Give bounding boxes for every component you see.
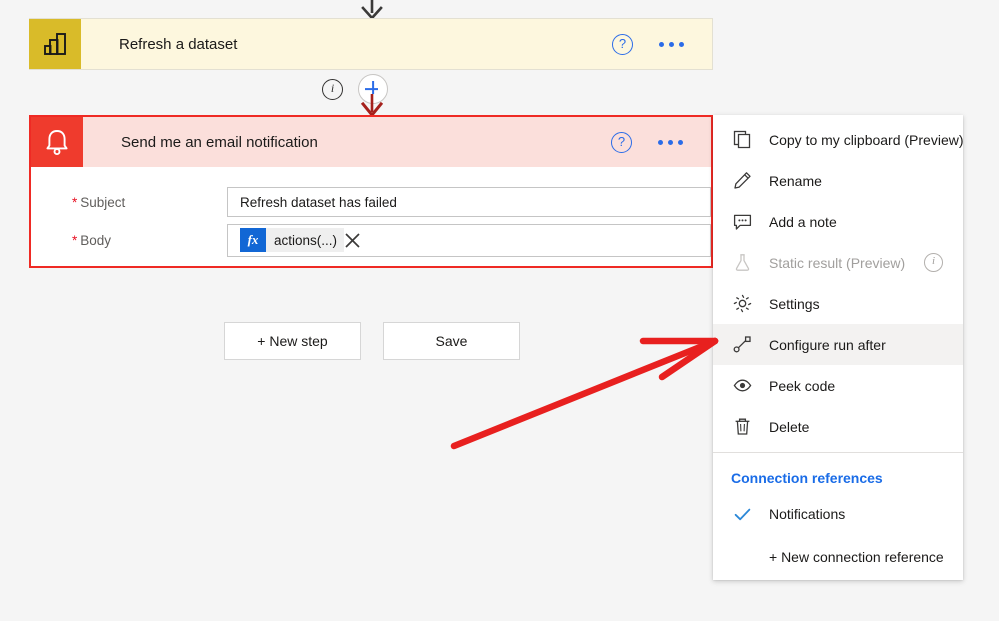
menu-item-rename[interactable]: Rename — [713, 160, 963, 201]
save-button[interactable]: Save — [383, 322, 520, 360]
gear-icon — [731, 293, 753, 315]
menu-item-label: Add a note — [769, 213, 837, 230]
menu-item-peek-code[interactable]: Peek code — [713, 365, 963, 406]
bell-icon — [31, 117, 83, 167]
note-icon — [731, 211, 753, 233]
trash-icon — [731, 416, 753, 438]
menu-item-label: Delete — [769, 418, 810, 435]
info-icon[interactable]: i — [924, 253, 943, 272]
new-connection-reference-button[interactable]: + New connection reference — [713, 534, 963, 580]
powerbi-chart-icon — [29, 18, 81, 69]
eye-icon — [731, 375, 753, 397]
menu-item-label: Static result (Preview) — [769, 254, 906, 271]
field-label-body: * Body — [72, 232, 112, 248]
expression-token[interactable]: fx actions(...) — [240, 228, 345, 252]
menu-item-static-result: Static result (Preview) i — [713, 242, 963, 283]
required-marker: * — [72, 194, 78, 210]
card-actions-email: ? — [611, 131, 683, 153]
step-title-send-email: Send me an email notification — [121, 133, 318, 151]
menu-item-delete[interactable]: Delete — [713, 406, 963, 447]
field-label-subject: * Subject — [72, 194, 126, 210]
check-icon — [731, 503, 753, 525]
field-row-body: * Body fx actions(...) — [31, 221, 711, 259]
flask-icon — [731, 252, 753, 274]
run-after-icon — [731, 334, 753, 356]
fx-icon: fx — [240, 228, 266, 252]
required-marker: * — [72, 232, 78, 248]
ellipsis-icon[interactable] — [659, 41, 684, 47]
close-icon[interactable] — [344, 232, 361, 249]
menu-item-label: Rename — [769, 172, 822, 189]
help-icon[interactable]: ? — [611, 131, 632, 153]
menu-item-settings[interactable]: Settings — [713, 283, 963, 324]
menu-item-configure-run-after[interactable]: Configure run after — [713, 324, 963, 365]
step-card-header: Send me an email notification ? — [31, 117, 711, 167]
ellipsis-icon[interactable] — [658, 139, 683, 145]
pencil-icon — [731, 170, 753, 192]
step-card-send-email[interactable]: Send me an email notification ? * Subject… — [29, 115, 713, 268]
expression-token-text: actions(...) — [274, 232, 338, 248]
step-title-refresh-dataset: Refresh a dataset — [119, 35, 238, 53]
connection-references-header[interactable]: Connection references — [713, 453, 963, 494]
connection-reference-notifications[interactable]: Notifications — [713, 494, 963, 534]
menu-item-label: Configure run after — [769, 336, 886, 353]
field-row-subject: * Subject Refresh dataset has failed — [31, 183, 711, 221]
info-icon[interactable]: i — [322, 79, 343, 100]
flow-designer-canvas: Refresh a dataset ? i Send me an email n… — [0, 0, 999, 621]
step-card-body: * Subject Refresh dataset has failed * Bod… — [31, 167, 711, 259]
menu-item-label: Peek code — [769, 377, 836, 394]
step-card-refresh-dataset[interactable]: Refresh a dataset ? — [29, 18, 713, 70]
subject-input[interactable]: Refresh dataset has failed — [227, 187, 711, 217]
body-input[interactable]: fx actions(...) — [227, 223, 711, 257]
arrow-down-icon — [361, 0, 383, 20]
step-context-menu: Copy to my clipboard (Preview) Rename Ad… — [713, 115, 964, 580]
help-icon[interactable]: ? — [612, 33, 633, 55]
menu-item-label: Copy to my clipboard (Preview) — [769, 131, 964, 148]
copy-icon — [731, 129, 753, 151]
new-step-button[interactable]: + New step — [224, 322, 361, 360]
menu-item-copy-to-clipboard[interactable]: Copy to my clipboard (Preview) — [713, 119, 964, 160]
connection-reference-label: Notifications — [769, 506, 846, 522]
menu-item-label: Settings — [769, 295, 820, 312]
card-actions: ? — [612, 33, 684, 55]
menu-item-add-a-note[interactable]: Add a note — [713, 201, 963, 242]
